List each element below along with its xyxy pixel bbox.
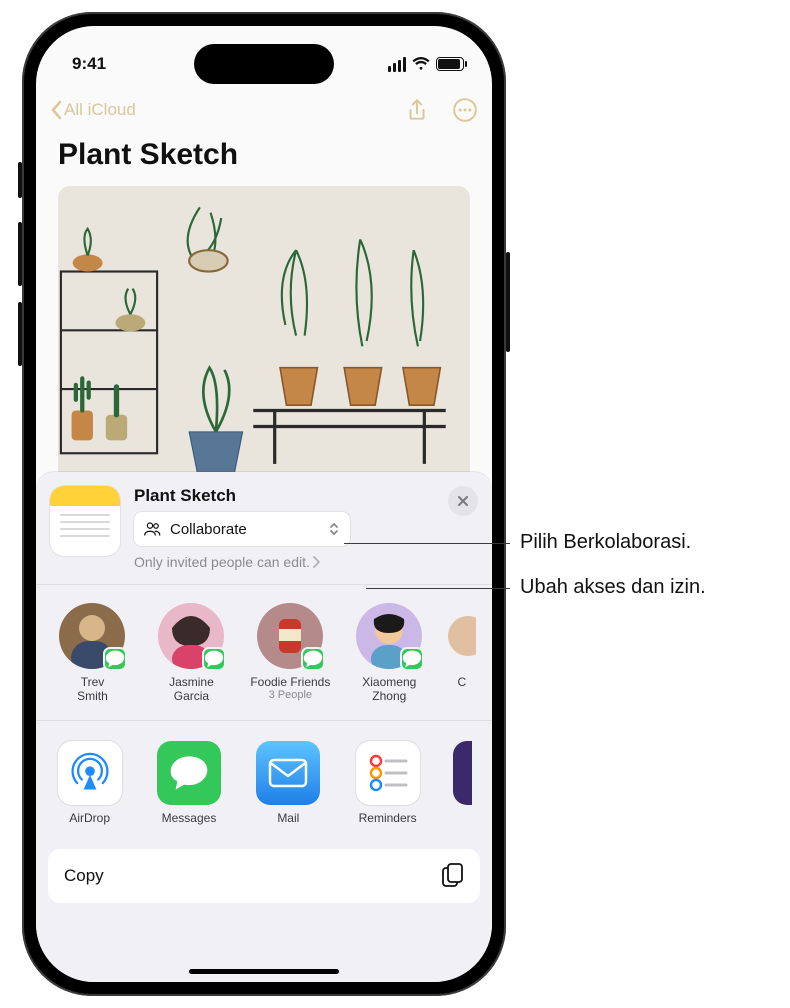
permissions-row[interactable]: Only invited people can edit. <box>134 554 478 570</box>
contact-item[interactable]: Trev Smith <box>52 603 133 704</box>
contact-name: C <box>448 675 476 689</box>
contact-name: Jasmine <box>151 675 232 689</box>
messages-badge-icon <box>400 647 424 671</box>
updown-chevron-icon <box>328 521 340 537</box>
sheet-title: Plant Sketch <box>134 486 478 506</box>
close-icon <box>457 495 469 507</box>
app-airdrop[interactable]: AirDrop <box>56 741 123 825</box>
app-label: AirDrop <box>56 811 123 825</box>
cellular-icon <box>388 57 406 72</box>
status-time: 9:41 <box>72 54 106 74</box>
people-icon <box>144 522 162 536</box>
power-button <box>506 252 510 352</box>
volume-up-button <box>18 222 22 286</box>
app-label: Reminders <box>354 811 421 825</box>
callout-line <box>366 588 510 589</box>
dynamic-island <box>194 44 334 84</box>
home-indicator[interactable] <box>189 969 339 974</box>
app-messages[interactable]: Messages <box>155 741 222 825</box>
contact-name: Smith <box>52 689 133 703</box>
contact-name: Zhong <box>349 689 430 703</box>
callout-line <box>344 543 510 544</box>
app-label: Mail <box>255 811 322 825</box>
chevron-right-icon <box>312 556 320 568</box>
messages-badge-icon <box>202 647 226 671</box>
callout-permissions: Ubah akses dan izin. <box>520 576 706 599</box>
suggested-contacts: Trev Smith Jasmine Garcia <box>36 585 492 716</box>
app-mail[interactable]: Mail <box>255 741 322 825</box>
contact-name: Trev <box>52 675 133 689</box>
notes-app-icon <box>50 486 120 556</box>
contact-name: Foodie Friends <box>250 675 331 689</box>
app-reminders[interactable]: Reminders <box>354 741 421 825</box>
contact-item[interactable]: Xiaomeng Zhong <box>349 603 430 704</box>
contact-name: Xiaomeng <box>349 675 430 689</box>
messages-badge-icon <box>103 647 127 671</box>
copy-icon <box>442 863 464 889</box>
volume-down-button <box>18 302 22 366</box>
app-label: Messages <box>155 811 222 825</box>
phone-frame: 9:41 All iCloud Plant Sketch <box>22 12 506 996</box>
collaborate-selector[interactable]: Collaborate <box>134 512 350 546</box>
app-partial[interactable] <box>453 741 472 825</box>
screen: 9:41 All iCloud Plant Sketch <box>36 26 492 982</box>
messages-badge-icon <box>301 647 325 671</box>
contact-item[interactable]: Jasmine Garcia <box>151 603 232 704</box>
airdrop-icon <box>68 751 112 795</box>
callout-collaborate: Pilih Berkolaborasi. <box>520 531 691 554</box>
battery-icon <box>436 57 464 71</box>
collaborate-label: Collaborate <box>170 521 247 538</box>
copy-label: Copy <box>64 866 104 886</box>
permissions-label: Only invited people can edit. <box>134 554 310 570</box>
reminders-icon <box>366 751 410 795</box>
mail-icon <box>268 758 308 788</box>
messages-icon <box>169 754 209 792</box>
wifi-icon <box>412 57 430 71</box>
side-button <box>18 162 22 198</box>
contact-item[interactable]: Foodie Friends 3 People <box>250 603 331 704</box>
share-apps: AirDrop Messages Mail <box>36 721 492 841</box>
share-sheet: Plant Sketch Collaborate Only invited pe… <box>36 472 492 982</box>
copy-action[interactable]: Copy <box>48 849 480 903</box>
close-button[interactable] <box>448 486 478 516</box>
contact-name: Garcia <box>151 689 232 703</box>
contact-sub: 3 People <box>250 689 331 702</box>
contact-item[interactable]: C <box>448 603 476 704</box>
